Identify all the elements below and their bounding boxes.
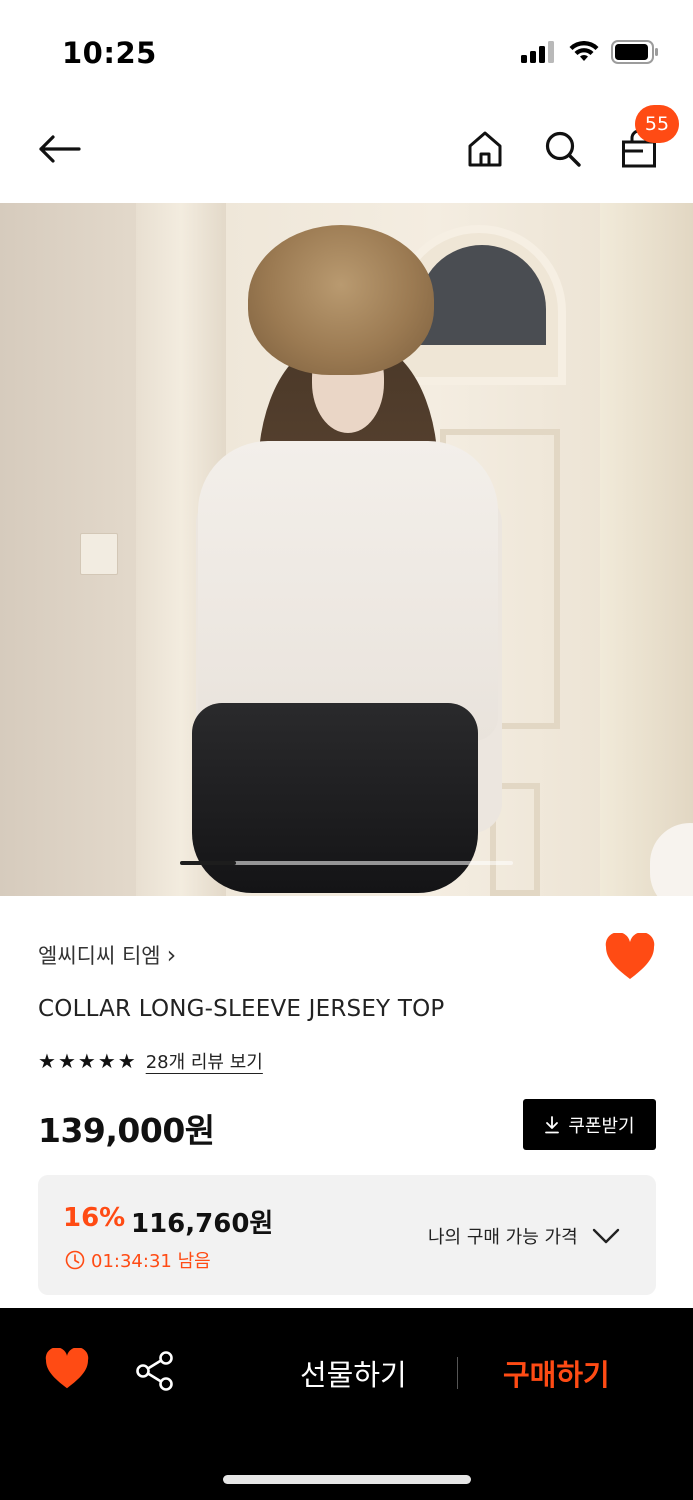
star-icon: ★ xyxy=(77,1049,96,1073)
back-arrow-icon xyxy=(39,135,81,163)
rating: ★ ★ ★ ★ ★ 28개 리뷰 보기 xyxy=(38,1048,263,1074)
divider xyxy=(457,1357,458,1389)
product-title: COLLAR LONG-SLEEVE JERSEY TOP xyxy=(38,996,445,1022)
share-icon xyxy=(136,1351,173,1391)
home-button[interactable] xyxy=(462,126,508,172)
search-button[interactable] xyxy=(540,126,586,172)
home-indicator xyxy=(223,1475,471,1484)
home-icon xyxy=(468,131,502,167)
back-button[interactable] xyxy=(34,126,84,172)
cart-count-badge: 55 xyxy=(635,105,679,143)
search-icon xyxy=(545,131,581,167)
discount-percent: 16% xyxy=(63,1203,126,1233)
status-icons xyxy=(521,40,659,64)
star-icon: ★ xyxy=(97,1049,116,1073)
status-bar: 10:25 xyxy=(0,0,693,100)
countdown-timer: 01:34:31 남음 xyxy=(65,1247,211,1273)
status-time: 10:25 xyxy=(62,36,157,70)
star-icon: ★ xyxy=(38,1049,56,1073)
signal-icon xyxy=(521,41,554,63)
bottom-wishlist-button[interactable] xyxy=(44,1347,90,1390)
top-nav-bar xyxy=(0,100,693,202)
original-price: 139,000원 xyxy=(38,1111,215,1150)
review-link[interactable]: 28개 리뷰 보기 xyxy=(146,1048,263,1074)
clock-icon xyxy=(65,1250,85,1270)
battery-icon xyxy=(611,40,658,64)
buy-button[interactable]: 구매하기 xyxy=(503,1352,610,1394)
wifi-icon xyxy=(569,41,599,61)
discount-price-box[interactable]: 16% 116,760원 01:34:31 남음 나의 구매 가능 가격 xyxy=(38,1175,656,1295)
star-icon: ★ xyxy=(57,1049,76,1073)
wishlist-button[interactable] xyxy=(604,932,656,981)
timer-text: 01:34:31 남음 xyxy=(91,1251,211,1272)
brand-name: 엘씨디씨 티엠 xyxy=(38,944,161,968)
star-icon: ★ xyxy=(117,1049,136,1073)
brand-link[interactable]: 엘씨디씨 티엠 › xyxy=(38,940,176,970)
my-price-label: 나의 구매 가능 가격 xyxy=(428,1227,578,1248)
coupon-label: 쿠폰받기 xyxy=(568,1115,635,1137)
product-image[interactable] xyxy=(0,203,693,896)
gift-button[interactable]: 선물하기 xyxy=(300,1352,407,1394)
my-price-toggle[interactable]: 나의 구매 가능 가격 xyxy=(428,1223,620,1249)
chevron-right-icon: › xyxy=(166,941,177,969)
gallery-indicator-active xyxy=(180,861,236,865)
discount-price: 116,760원 xyxy=(131,1209,274,1239)
bottom-action-bar: 선물하기 구매하기 xyxy=(0,1308,693,1500)
share-button[interactable] xyxy=(134,1350,176,1392)
coupon-button[interactable]: 쿠폰받기 xyxy=(523,1099,656,1150)
heart-icon xyxy=(605,932,655,979)
chevron-down-icon xyxy=(592,1228,619,1244)
heart-icon xyxy=(45,1347,89,1389)
download-icon xyxy=(545,1115,560,1133)
